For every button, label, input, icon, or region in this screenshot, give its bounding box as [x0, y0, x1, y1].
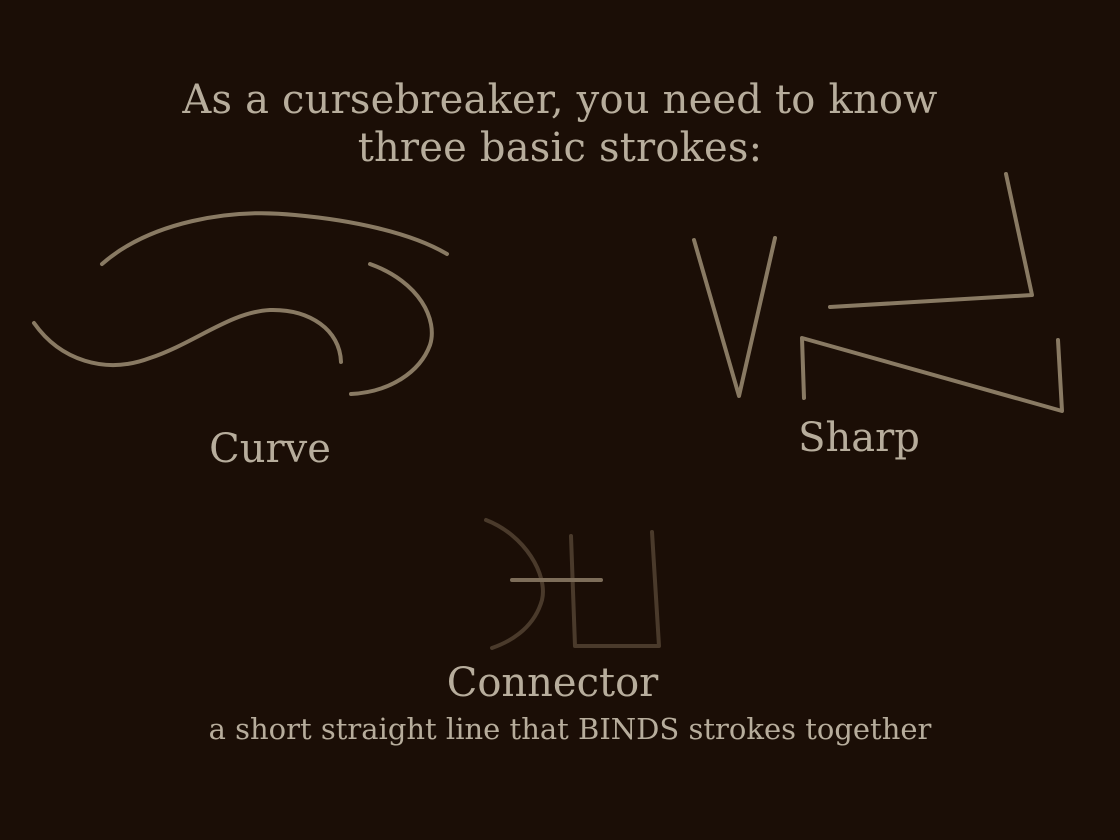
tutorial-heading: As a cursebreaker, you need to know thre… [160, 76, 960, 172]
connector-example [484, 518, 661, 650]
connector-bracket [569, 530, 661, 648]
tutorial-screen: As a cursebreaker, you need to know thre… [0, 0, 1120, 840]
curve-stroke-arc [349, 262, 434, 396]
connector-description: a short straight line that BINDS strokes… [208, 712, 932, 746]
curve-label: Curve [209, 426, 331, 472]
curve-example [32, 211, 449, 396]
curve-stroke-top [100, 211, 449, 266]
sharp-label: Sharp [798, 415, 920, 461]
heading-line-1: As a cursebreaker, you need to know [182, 77, 938, 123]
sharp-stroke-v [692, 236, 777, 398]
sharp-example [692, 172, 1064, 413]
sharp-stroke-z [800, 336, 1064, 413]
sharp-stroke-hook [828, 172, 1034, 309]
curve-stroke-wave [32, 307, 343, 367]
heading-line-2: three basic strokes: [357, 125, 763, 171]
connector-label: Connector [446, 660, 659, 706]
connector-arc [484, 518, 545, 650]
